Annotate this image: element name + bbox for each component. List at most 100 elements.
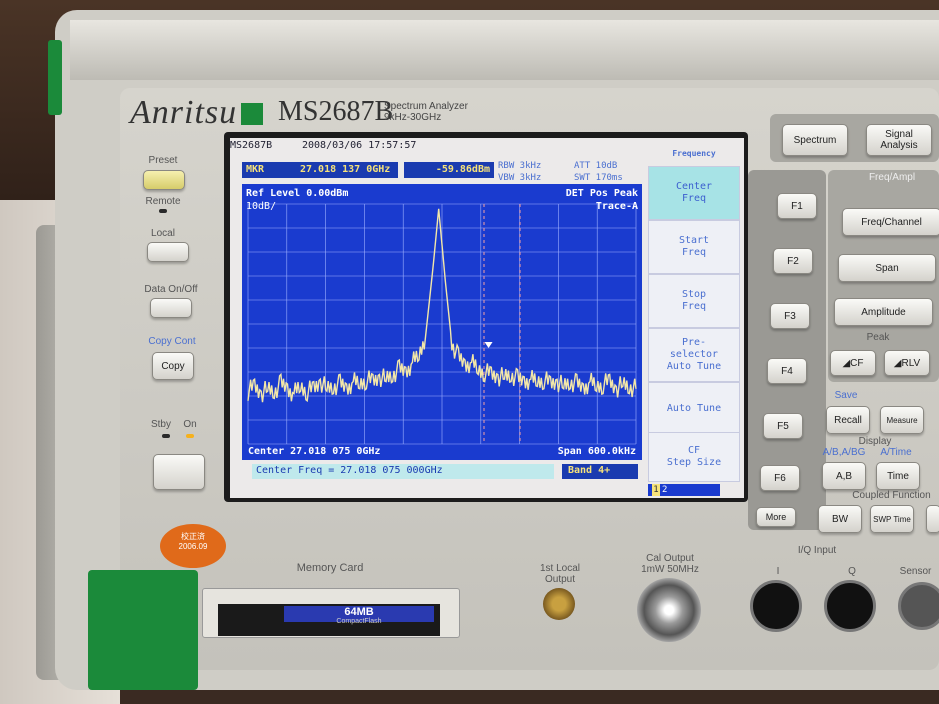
menu-item-center-freq[interactable]: Center Freq <box>648 166 740 220</box>
spectrum-button[interactable]: Spectrum <box>782 124 848 156</box>
calibration-sticker: 校正済 2006.09 <box>160 524 226 568</box>
detector-mode: DET Pos Peak <box>565 188 638 199</box>
remote-label: Remote <box>145 196 181 207</box>
q-label: Q <box>848 566 856 577</box>
sensor-jack[interactable] <box>898 582 939 630</box>
q-input-jack[interactable] <box>824 580 876 632</box>
memory-card-label: Memory Card <box>296 562 364 574</box>
on-led <box>186 434 194 438</box>
entry-text: Center Freq = 27.018 075 000GHz <box>256 465 443 476</box>
peak-cf-icon: ◢ <box>842 357 851 369</box>
f2-key[interactable]: F2 <box>773 248 813 274</box>
data-onoff-label: Data On/Off <box>144 284 198 295</box>
peak-label: Peak <box>866 332 890 343</box>
rbw-value: RBW 3kHz <box>498 161 542 171</box>
preset-button[interactable] <box>143 170 185 190</box>
menu-pager: 1 2 <box>648 484 720 496</box>
recall-button[interactable]: Recall <box>826 406 870 434</box>
soft-menu: Frequency Center Freq Start Freq Stop Fr… <box>648 142 740 496</box>
peak-rlv-button[interactable]: ◢ RLV <box>884 350 930 376</box>
bw-button[interactable]: BW <box>818 505 862 533</box>
coupled-function-label: Coupled Function <box>852 490 931 501</box>
iq-input-label: I/Q Input <box>797 545 837 556</box>
marker-triangle <box>484 342 493 348</box>
signal-analysis-button[interactable]: Signal Analysis <box>866 124 932 156</box>
menu-item-stop-freq[interactable]: Stop Freq <box>648 274 740 328</box>
marker-frequency: 27.018 137 0GHz <box>300 164 391 175</box>
scale-per-div: 10dB/ <box>246 201 277 212</box>
card-type: CompactFlash <box>336 618 382 625</box>
trace-label: Trace-A <box>595 201 638 212</box>
sensor-label: Sensor <box>899 566 932 577</box>
top-rim <box>70 20 939 80</box>
analyzer-screen: MS2687B 2008/03/06 17:57:57 MKR 27.018 1… <box>230 138 744 498</box>
remote-led <box>159 209 167 213</box>
ref-level: Ref Level 0.00dBm <box>246 188 349 199</box>
data-onoff-button[interactable] <box>150 298 192 318</box>
menu-item-start-freq[interactable]: Start Freq <box>648 220 740 274</box>
att-value: ATT 10dB <box>574 161 618 171</box>
cal-output-label: Cal Output 1mW 50MHz <box>641 553 699 575</box>
first-local-output-label: 1st Local Output <box>539 563 581 585</box>
spectrum-plot: Ref Level 0.00dBm 10dB/ DET Pos Peak Tra… <box>242 184 642 460</box>
peak-rlv-label: RLV <box>901 357 921 369</box>
copy-cont-label: Copy Cont <box>148 336 196 347</box>
peak-cf-button[interactable]: ◢ CF <box>830 350 876 376</box>
ab-ag-label: A/B,A/BG <box>822 447 866 458</box>
green-corner-top <box>48 40 62 115</box>
bandwidth-readout: RBW 3kHz VBW 3kHz <box>498 160 541 184</box>
attenuation-readout: ATT 10dB SWT 170ms <box>574 160 623 184</box>
i-label: I <box>776 566 780 577</box>
band-indicator: Band 4+ <box>562 464 638 479</box>
peak-rlv-icon: ◢ <box>893 357 902 369</box>
page-next[interactable]: 2 <box>662 484 667 496</box>
span-value: Span 600.0kHz <box>557 446 636 457</box>
page-current[interactable]: 1 <box>652 484 660 496</box>
copy-button[interactable]: Copy <box>152 352 194 380</box>
preset-label: Preset <box>148 155 178 166</box>
i-input-jack[interactable] <box>750 580 802 632</box>
f3-key[interactable]: F3 <box>770 303 810 329</box>
amplitude-button[interactable]: Amplitude <box>834 298 933 326</box>
screen-datetime: 2008/03/06 17:57:57 <box>302 140 417 151</box>
swp-time-button[interactable]: SWP Time <box>870 505 914 533</box>
marker-readout: MKR 27.018 137 0GHz <box>242 162 398 178</box>
first-local-output-connector[interactable] <box>543 588 575 620</box>
local-label: Local <box>151 228 175 239</box>
menu-item-cf-step-size[interactable]: CF Step Size <box>648 432 740 482</box>
span-button[interactable]: Span <box>838 254 936 282</box>
f1-key[interactable]: F1 <box>777 193 817 219</box>
model-name: MS2687B <box>278 96 394 127</box>
menu-item-preselector-auto-tune[interactable]: Pre- selector Auto Tune <box>648 328 740 382</box>
center-frequency: Center 27.018 075 0GHz <box>248 446 381 457</box>
local-button[interactable] <box>147 242 189 262</box>
band-text: Band 4+ <box>568 465 611 476</box>
vbw-value: VBW 3kHz <box>498 173 542 183</box>
model-subtitle: Spectrum Analyzer 9kHz-30GHz <box>384 101 468 123</box>
stby-label: Stby <box>150 419 171 430</box>
more-key[interactable]: More <box>756 507 796 527</box>
time-button[interactable]: Time <box>876 462 920 490</box>
subtitle-line-1: Spectrum Analyzer <box>384 101 468 112</box>
f4-key[interactable]: F4 <box>767 358 807 384</box>
menu-item-auto-tune[interactable]: Auto Tune <box>648 382 740 436</box>
partial-button[interactable] <box>926 505 939 533</box>
cal-output-connector[interactable] <box>637 578 701 642</box>
display-label: Display <box>858 436 892 447</box>
marker-level-box: -59.86dBm <box>404 162 494 178</box>
f6-key[interactable]: F6 <box>760 465 800 491</box>
entry-field[interactable]: Center Freq = 27.018 075 000GHz <box>252 464 554 479</box>
f5-key[interactable]: F5 <box>763 413 803 439</box>
stby-led <box>162 434 170 438</box>
freq-ampl-label: Freq/Ampl <box>868 172 916 183</box>
freq-channel-button[interactable]: Freq/Channel <box>842 208 939 236</box>
measure-button[interactable]: Measure <box>880 406 924 434</box>
subtitle-line-2: 9kHz-30GHz <box>384 112 442 123</box>
ab-button[interactable]: A,B <box>822 462 866 490</box>
swt-value: SWT 170ms <box>574 173 623 183</box>
compactflash-card[interactable]: 64MB CompactFlash <box>218 604 440 636</box>
logo-square-icon <box>241 103 264 125</box>
brand-logo: Anritsu <box>130 94 265 132</box>
power-button[interactable] <box>153 454 205 490</box>
peak-cf-label: CF <box>850 357 864 369</box>
